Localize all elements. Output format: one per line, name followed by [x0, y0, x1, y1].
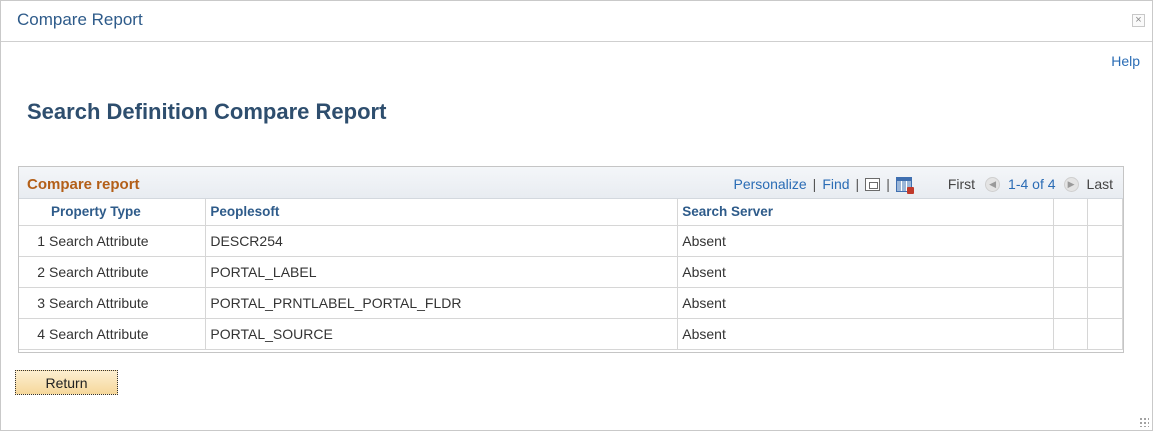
separator: |	[886, 176, 890, 192]
table-header-row: Property Type Peoplesoft Search Server	[19, 199, 1124, 226]
empty-cell	[1087, 256, 1124, 288]
empty-cell	[1053, 318, 1088, 350]
spreadsheet-download-icon[interactable]	[895, 176, 914, 194]
compare-report-grid: Compare report Personalize | Find | | Fi…	[18, 166, 1124, 353]
resize-grip-icon[interactable]	[1139, 417, 1149, 427]
grid-caption: Compare report	[27, 176, 140, 193]
table-row: 4 Search Attribute PORTAL_SOURCE Absent	[19, 318, 1124, 350]
empty-cell	[1053, 225, 1088, 257]
empty-column-header	[1053, 199, 1088, 226]
column-header-peoplesoft[interactable]: Peoplesoft	[205, 199, 679, 226]
compare-table: Property Type Peoplesoft Search Server 1…	[19, 199, 1124, 350]
row-number: 2	[19, 256, 47, 288]
row-number: 4	[19, 318, 47, 350]
next-arrow-icon[interactable]: ▶	[1063, 176, 1079, 192]
property-type-cell: Search Attribute	[46, 225, 207, 257]
empty-cell	[1087, 318, 1124, 350]
peoplesoft-cell: DESCR254	[205, 225, 679, 257]
modal-titlebar: Compare Report ×	[1, 1, 1152, 42]
table-row: 3 Search Attribute PORTAL_PRNTLABEL_PORT…	[19, 287, 1124, 319]
close-icon[interactable]: ×	[1132, 14, 1145, 27]
empty-cell	[1053, 287, 1088, 319]
search-server-cell: Absent	[677, 318, 1055, 350]
new-window-icon[interactable]	[865, 177, 881, 191]
grid-navigation: Personalize | Find | | First ◀ 1-4 of 4 …	[734, 176, 1113, 194]
table-row: 1 Search Attribute DESCR254 Absent	[19, 225, 1124, 257]
peoplesoft-cell: PORTAL_LABEL	[205, 256, 679, 288]
row-number: 1	[19, 225, 47, 257]
row-number: 3	[19, 287, 47, 319]
modal-window: Compare Report × Help Search Definition …	[0, 0, 1153, 431]
search-server-cell: Absent	[677, 225, 1055, 257]
previous-arrow-icon[interactable]: ◀	[985, 176, 1001, 192]
personalize-link[interactable]: Personalize	[734, 176, 807, 192]
table-row: 2 Search Attribute PORTAL_LABEL Absent	[19, 256, 1124, 288]
separator: |	[855, 176, 860, 192]
page-title: Search Definition Compare Report	[27, 99, 387, 124]
empty-cell	[1087, 225, 1124, 257]
row-range: 1-4 of 4	[1008, 176, 1056, 192]
peoplesoft-cell: PORTAL_SOURCE	[205, 318, 679, 350]
property-type-cell: Search Attribute	[46, 287, 207, 319]
grid-header: Compare report Personalize | Find | | Fi…	[19, 167, 1123, 199]
column-header-search-server[interactable]: Search Server	[677, 199, 1055, 226]
separator: |	[812, 176, 817, 192]
return-button[interactable]: Return	[15, 370, 118, 395]
help-link[interactable]: Help	[1111, 53, 1140, 69]
search-server-cell: Absent	[677, 256, 1055, 288]
first-label[interactable]: First	[948, 176, 975, 192]
column-header-property-type[interactable]: Property Type	[46, 199, 207, 226]
empty-column-header	[1087, 199, 1124, 226]
search-server-cell: Absent	[677, 287, 1055, 319]
empty-cell	[1087, 287, 1124, 319]
property-type-cell: Search Attribute	[46, 256, 207, 288]
rownum-header	[19, 199, 47, 226]
peoplesoft-cell: PORTAL_PRNTLABEL_PORTAL_FLDR	[205, 287, 679, 319]
empty-cell	[1053, 256, 1088, 288]
find-link[interactable]: Find	[822, 176, 849, 192]
last-label[interactable]: Last	[1087, 176, 1113, 192]
property-type-cell: Search Attribute	[46, 318, 207, 350]
modal-title: Compare Report	[17, 10, 143, 29]
